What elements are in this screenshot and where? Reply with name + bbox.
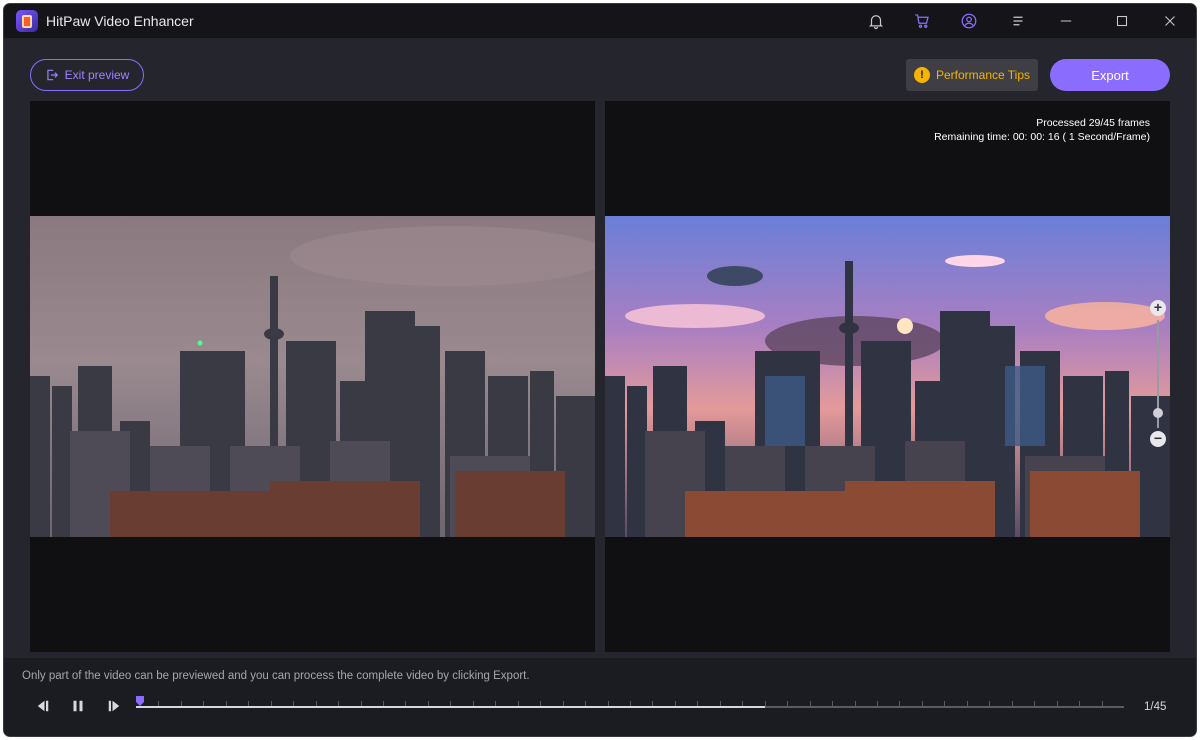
main-content: Exit preview ! Performance Tips Export P… [4, 38, 1196, 736]
remaining-time-text: Remaining time: 00: 00: 16 ( 1 Second/Fr… [934, 131, 1150, 143]
processing-status: Processed 29/45 frames Remaining time: 0… [934, 116, 1150, 144]
processed-frames-text: Processed 29/45 frames [1036, 117, 1150, 129]
performance-tips-label: Performance Tips [935, 68, 1031, 82]
frame-counter: 1/45 [1144, 701, 1167, 713]
pause-button[interactable] [67, 696, 89, 716]
previous-frame-button[interactable] [32, 696, 54, 716]
title-bar: HitPaw Video Enhancer [4, 4, 1196, 38]
original-preview-pane [30, 101, 595, 652]
step-forward-icon [108, 700, 120, 712]
exit-preview-button[interactable]: Exit preview [30, 59, 144, 91]
exit-preview-label: Exit preview [64, 68, 130, 82]
menu-icon[interactable] [1006, 9, 1030, 33]
next-frame-button[interactable] [103, 696, 125, 716]
performance-tips-button[interactable]: ! Performance Tips [906, 59, 1038, 91]
warning-icon: ! [913, 67, 930, 83]
zoom-in-button[interactable]: + [1150, 300, 1166, 316]
playhead[interactable] [136, 696, 144, 706]
original-video-frame [30, 216, 595, 537]
zoom-slider-handle[interactable] [1153, 408, 1163, 418]
step-back-icon [37, 700, 49, 712]
close-icon[interactable] [1158, 9, 1182, 33]
timeline-scrubber[interactable] [136, 696, 1124, 718]
enhanced-preview-pane: Processed 29/45 frames Remaining time: 0… [605, 101, 1170, 652]
zoom-out-button[interactable]: − [1150, 431, 1166, 447]
pause-icon [73, 700, 83, 712]
timeline-progress [136, 706, 766, 708]
app-logo-icon [16, 10, 38, 32]
maximize-icon[interactable] [1110, 9, 1134, 33]
account-icon[interactable] [957, 9, 981, 33]
preview-hint-text: Only part of the video can be previewed … [22, 670, 530, 682]
bell-icon[interactable] [864, 9, 888, 33]
enhanced-video-frame [605, 216, 1170, 537]
minimize-icon[interactable] [1054, 9, 1078, 33]
zoom-control: + − [1147, 298, 1169, 448]
exit-icon [46, 69, 58, 81]
cart-icon[interactable] [910, 9, 934, 33]
export-button[interactable]: Export [1050, 59, 1170, 91]
playback-bar: Only part of the video can be previewed … [4, 658, 1196, 736]
app-window: HitPaw Video Enhancer Exit preview ! Per… [4, 4, 1196, 736]
app-title: HitPaw Video Enhancer [46, 13, 194, 29]
